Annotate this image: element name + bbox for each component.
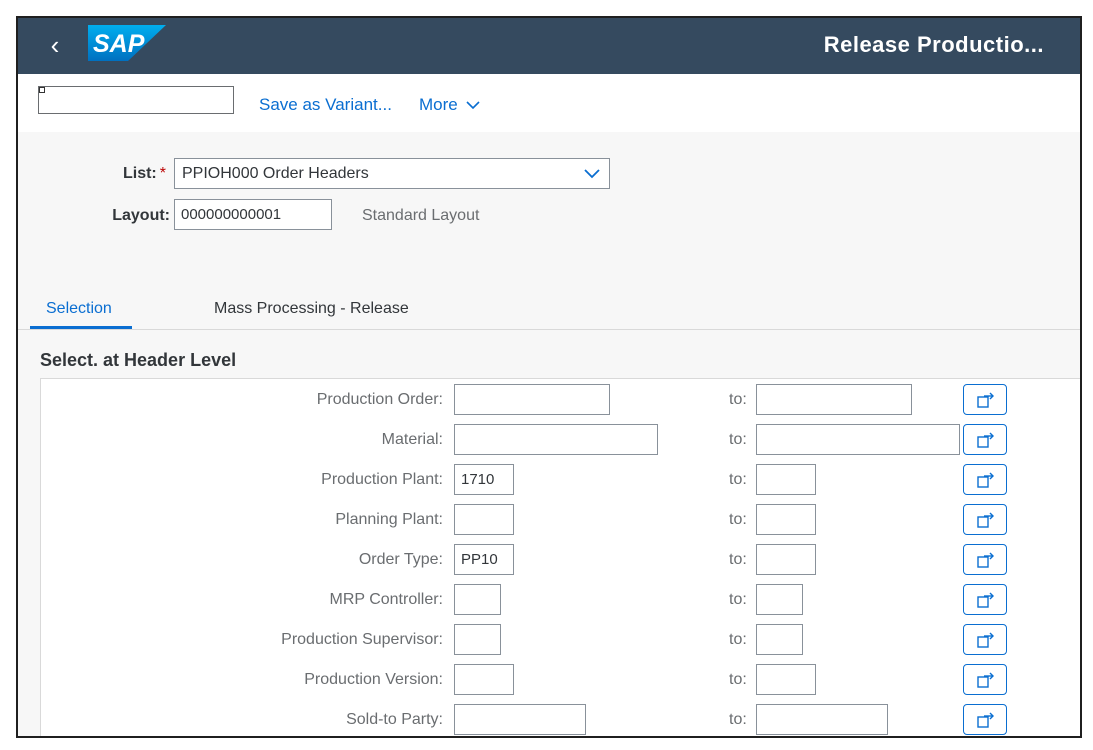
planning-plant-label: Planning Plant: <box>143 511 443 529</box>
layout-description: Standard Layout <box>362 207 479 225</box>
production-supervisor-to-label: to: <box>729 631 747 649</box>
more-button[interactable]: More <box>419 95 480 115</box>
layout-input[interactable]: 000000000001 <box>174 199 332 230</box>
order-type-to-label: to: <box>729 551 747 569</box>
mrp-controller-to-label: to: <box>729 591 747 609</box>
order-type-from-input[interactable]: PP10 <box>454 544 514 575</box>
production-supervisor-multiple-selection-button[interactable] <box>963 624 1007 655</box>
multiple-selection-icon <box>976 510 996 530</box>
production-supervisor-from-input[interactable] <box>454 624 501 655</box>
order-type-to-input[interactable] <box>756 544 816 575</box>
multiple-selection-icon <box>976 550 996 570</box>
more-label: More <box>419 95 458 114</box>
planning-plant-multiple-selection-button[interactable] <box>963 504 1007 535</box>
production-supervisor-label: Production Supervisor: <box>143 631 443 649</box>
order-type-from-value: PP10 <box>461 551 498 568</box>
tab-bar: Selection Mass Processing - Release <box>18 297 1080 330</box>
selection-content: Select. at Header Level Production Order… <box>18 330 1080 738</box>
planning-plant-from-input[interactable] <box>454 504 514 535</box>
chevron-down-icon <box>583 163 601 183</box>
production-order-label: Production Order: <box>143 391 443 409</box>
layout-label: Layout: <box>78 207 170 225</box>
list-select-value: PPIOH000 Order Headers <box>182 165 369 183</box>
chevron-down-icon <box>466 100 480 110</box>
tab-selection[interactable]: Selection <box>46 300 112 318</box>
production-version-to-input[interactable] <box>756 664 816 695</box>
multiple-selection-icon <box>976 470 996 490</box>
chevron-left-icon: ‹ <box>51 30 60 60</box>
production-version-to-label: to: <box>729 671 747 689</box>
material-from-input[interactable] <box>454 424 658 455</box>
production-version-from-input[interactable] <box>454 664 514 695</box>
material-multiple-selection-button[interactable] <box>963 424 1007 455</box>
multiple-selection-icon <box>976 590 996 610</box>
section-title: Select. at Header Level <box>40 350 236 371</box>
production-version-label: Production Version: <box>143 671 443 689</box>
production-order-to-label: to: <box>729 391 747 409</box>
material-to-input[interactable] <box>756 424 960 455</box>
variant-toolbar: Save as Variant... More <box>18 74 1080 133</box>
page-title: Release Productio... <box>824 32 1044 58</box>
production-plant-to-input[interactable] <box>756 464 816 495</box>
material-label: Material: <box>143 431 443 449</box>
back-button[interactable]: ‹ <box>40 30 70 60</box>
shell-bar: ‹ SAP Release Productio... <box>18 18 1080 74</box>
sold-to-party-to-label: to: <box>729 711 747 729</box>
mrp-controller-multiple-selection-button[interactable] <box>963 584 1007 615</box>
layout-label-text: Layout: <box>112 207 170 224</box>
multiple-selection-icon <box>976 630 996 650</box>
selection-panel: Production Order: to: Material: to: Prod… <box>40 378 1082 738</box>
multiple-selection-icon <box>976 670 996 690</box>
production-plant-from-input[interactable]: 1710 <box>454 464 514 495</box>
list-label: List:* <box>78 165 166 183</box>
production-plant-from-value: 1710 <box>461 471 494 488</box>
production-order-multiple-selection-button[interactable] <box>963 384 1007 415</box>
production-supervisor-to-input[interactable] <box>756 624 803 655</box>
mrp-controller-label: MRP Controller: <box>143 591 443 609</box>
tab-mass-processing-release[interactable]: Mass Processing - Release <box>214 300 409 318</box>
multiple-selection-icon <box>976 710 996 730</box>
layout-input-value: 000000000001 <box>181 206 281 223</box>
list-label-text: List: <box>123 165 157 182</box>
report-header: List:* PPIOH000 Order Headers Layout: 00… <box>18 132 1080 297</box>
multiple-selection-icon <box>976 430 996 450</box>
material-to-label: to: <box>729 431 747 449</box>
mrp-controller-from-input[interactable] <box>454 584 501 615</box>
mrp-controller-to-input[interactable] <box>756 584 803 615</box>
sap-logo: SAP <box>88 25 166 61</box>
sold-to-party-from-input[interactable] <box>454 704 586 735</box>
sold-to-party-to-input[interactable] <box>756 704 888 735</box>
production-plant-to-label: to: <box>729 471 747 489</box>
production-order-to-input[interactable] <box>756 384 912 415</box>
save-as-variant-button[interactable]: Save as Variant... <box>259 95 392 115</box>
required-marker: * <box>160 165 166 182</box>
app-frame: ‹ SAP Release Productio... Save as Varia… <box>16 16 1082 738</box>
variant-input[interactable] <box>38 86 234 114</box>
sap-logo-text: SAP <box>93 30 145 58</box>
planning-plant-to-label: to: <box>729 511 747 529</box>
production-plant-multiple-selection-button[interactable] <box>963 464 1007 495</box>
planning-plant-to-input[interactable] <box>756 504 816 535</box>
production-order-from-input[interactable] <box>454 384 610 415</box>
production-version-multiple-selection-button[interactable] <box>963 664 1007 695</box>
order-type-multiple-selection-button[interactable] <box>963 544 1007 575</box>
order-type-label: Order Type: <box>143 551 443 569</box>
active-tab-indicator <box>30 326 132 329</box>
sold-to-party-label: Sold-to Party: <box>143 711 443 729</box>
multiple-selection-icon <box>976 390 996 410</box>
sold-to-party-multiple-selection-button[interactable] <box>963 704 1007 735</box>
list-select[interactable]: PPIOH000 Order Headers <box>174 158 610 189</box>
production-plant-label: Production Plant: <box>143 471 443 489</box>
